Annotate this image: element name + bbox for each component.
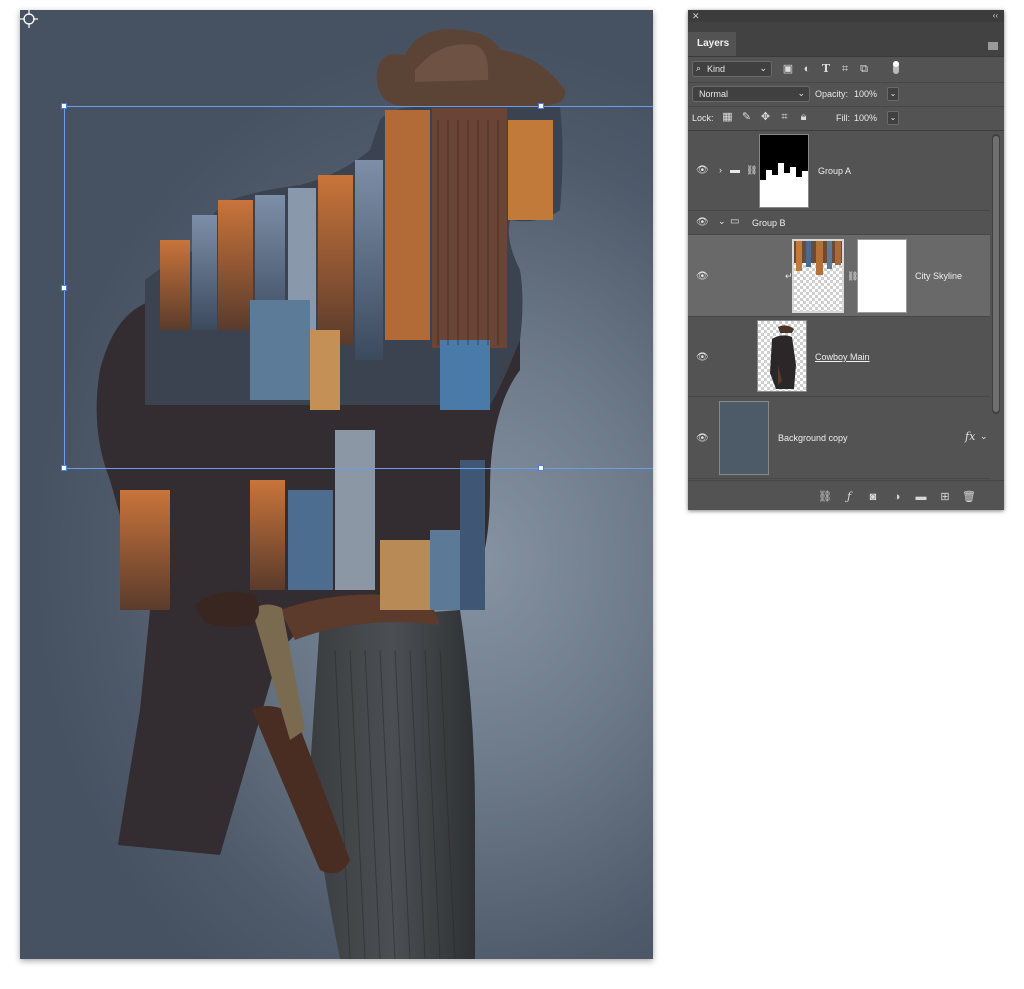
fill-input[interactable]: 100% [854,113,877,123]
layer-name[interactable]: Cowboy Main [815,352,870,362]
lock-image-icon[interactable]: ✎ [740,111,753,124]
trash-icon[interactable]: 🗑︎ [962,491,976,503]
filter-kind-dropdown[interactable]: ⌕ Kind ⌄ [692,61,772,77]
fill-label: Fill: [836,113,850,123]
lock-row: Lock: ▦ ✎ ✥ ⌗ 🔒︎ Fill: 100% ⌄ [688,106,1004,131]
scrollbar-thumb[interactable] [993,136,999,412]
chevron-right-icon[interactable]: › [719,165,722,175]
chevron-down-icon[interactable]: ⌄ [718,216,726,227]
tab-layers[interactable]: Layers [688,32,736,56]
folder-icon: ▬ [730,165,740,176]
layer-row-background-copy[interactable]: 👁︎ Background copy fx ⌄ [688,397,990,479]
selection-edge-top [64,106,653,107]
opacity-input[interactable]: 100% [854,89,877,99]
layer-name[interactable]: Background copy [778,433,848,443]
fill-slider-toggle[interactable]: ⌄ [887,111,899,125]
blend-mode-dropdown[interactable]: Normal ⌄ [692,86,810,102]
panel-menu-icon[interactable] [988,42,998,50]
eye-icon[interactable]: 👁︎ [696,271,709,282]
transform-handle-bottom-left[interactable] [61,465,67,471]
filter-row: ⌕ Kind ⌄ ▣ ◐ T ⌗ ⧉ [688,56,1004,83]
layers-scrollbar[interactable] [992,134,1000,414]
lock-label: Lock: [692,113,714,123]
layer-name[interactable]: Group B [752,218,786,228]
layer-name[interactable]: City Skyline [915,271,962,281]
new-layer-icon[interactable]: ⊞ [938,491,952,503]
lock-position-icon[interactable]: ✥ [759,111,772,124]
image-filter-icon[interactable]: ▣ [782,63,794,75]
eye-icon[interactable]: 👁︎ [696,433,709,444]
link-layers-icon[interactable]: ⛓︎ [818,491,832,503]
selection-edge-bottom [64,468,653,469]
shape-filter-icon[interactable]: ⌗ [839,63,851,75]
adjustment-layer-icon[interactable]: ◑ [890,491,904,503]
filter-kind-label: Kind [707,64,726,74]
collapse-icon[interactable]: ‹‹ [993,10,998,22]
layers-panel: ✕ ‹‹ Layers ⌕ Kind ⌄ ▣ ◐ T ⌗ ⧉ Normal ⌄ … [688,10,1004,510]
new-group-icon[interactable]: ▬ [914,491,928,503]
mask-icon[interactable]: ◙ [866,491,880,503]
document-canvas[interactable] [20,10,653,959]
transform-handle-top-left[interactable] [61,103,67,109]
adjustment-filter-icon[interactable]: ◐ [801,63,813,75]
layer-mask-thumbnail[interactable] [857,239,907,313]
layer-effects-icon[interactable]: fx [965,430,975,443]
reference-point-icon[interactable] [20,10,38,28]
layer-row-city-skyline[interactable]: 👁︎ ↵ ⛓︎ City Skyline [688,235,990,317]
eye-icon[interactable]: 👁︎ [696,165,709,176]
panel-bottom-toolbar: ⛓︎ ƒ ◙ ◑ ▬ ⊞ 🗑︎ [688,480,1004,511]
panel-title-bar: ✕ ‹‹ [688,10,1004,22]
transform-handle-top-middle[interactable] [538,103,544,109]
link-icon[interactable]: ⛓︎ [746,165,757,176]
chevron-down-icon: ⌄ [797,88,805,98]
blend-row: Normal ⌄ Opacity: 100% ⌄ [688,82,1004,107]
layer-thumbnail[interactable] [792,239,844,313]
filter-toggle[interactable] [893,61,899,74]
group-mask-thumbnail[interactable] [759,134,809,208]
lock-transparent-icon[interactable]: ▦ [721,111,734,124]
layer-row-group-b[interactable]: 👁︎ ⌄ ▭ Group B [688,211,990,235]
eye-icon[interactable]: 👁︎ [696,217,709,228]
blend-mode-label: Normal [699,89,729,99]
transform-handle-middle-left[interactable] [61,285,67,291]
transform-handle-bottom-middle[interactable] [538,465,544,471]
lock-all-icon[interactable]: 🔒︎ [797,111,810,124]
search-icon: ⌕ [696,63,702,73]
close-icon[interactable]: ✕ [692,10,700,22]
folder-open-icon: ▭ [730,216,740,227]
layer-thumbnail[interactable] [757,320,807,392]
fx-icon[interactable]: ƒ [842,491,856,503]
artwork [96,29,566,959]
artboard-lock-icon[interactable]: ⌗ [778,111,791,124]
layer-name[interactable]: Group A [818,166,851,176]
layers-list: 👁︎ › ▬ ⛓︎ Group A 👁︎ ⌄ ▭ Group B 👁︎ ↵ ⛓︎… [688,131,990,479]
opacity-label: Opacity: [815,89,849,99]
smart-object-filter-icon[interactable]: ⧉ [858,63,870,75]
eye-icon[interactable]: 👁︎ [696,352,709,363]
panel-tab-bar: Layers [688,22,1004,57]
layer-row-group-a[interactable]: 👁︎ › ▬ ⛓︎ Group A [688,131,990,211]
type-filter-icon[interactable]: T [820,63,832,75]
opacity-slider-toggle[interactable]: ⌄ [887,87,899,101]
chevron-down-icon: ⌄ [759,63,767,73]
chevron-down-icon[interactable]: ⌄ [980,431,988,442]
layer-row-cowboy-main[interactable]: 👁︎ Cowboy Main [688,317,990,397]
layer-thumbnail[interactable] [719,401,769,475]
